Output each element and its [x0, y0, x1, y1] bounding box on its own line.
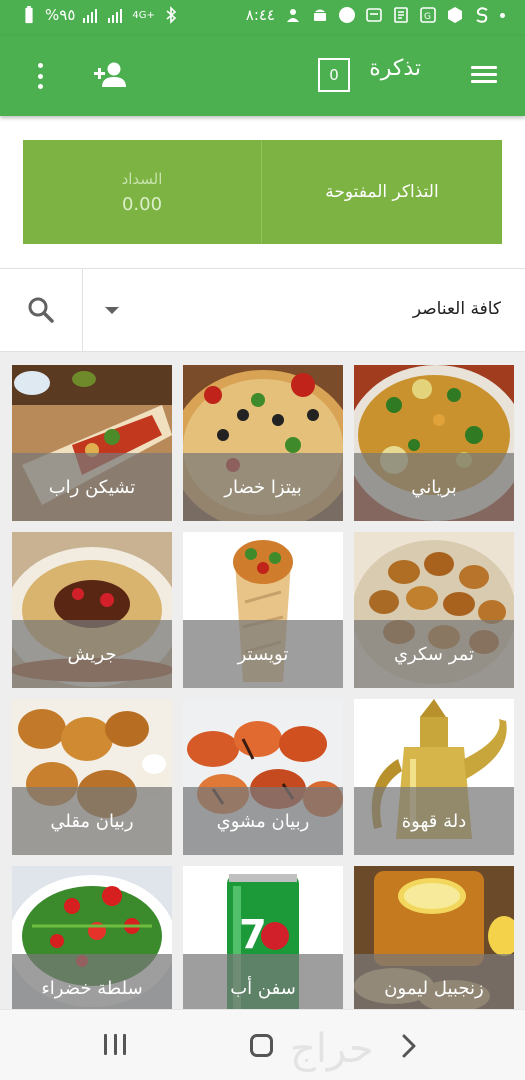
- watermark-logo: حراج: [290, 1026, 374, 1073]
- ticket-count: 0: [329, 66, 339, 84]
- status-right: ٨:٤٤ G: [246, 6, 505, 24]
- item-label: سفن أب: [183, 954, 343, 1009]
- item-label: برياني: [354, 453, 514, 521]
- more-dot: [37, 63, 43, 68]
- dropdown-arrow-icon: [105, 307, 119, 314]
- item-label: ربيان مقلي: [12, 787, 172, 855]
- app-icon-box: [366, 8, 382, 22]
- item-label: تويستر: [183, 620, 343, 688]
- item-tile[interactable]: ربيان مقلي: [12, 699, 172, 855]
- status-bar: %٩٥ 4G+ ٨:٤٤ G: [0, 0, 525, 36]
- app-toolbar: تذكرة 0: [0, 36, 525, 116]
- signal-icon-2: [108, 9, 123, 23]
- ticket-count-badge[interactable]: 0: [318, 58, 350, 92]
- bluetooth-icon: [166, 6, 177, 24]
- payment-button[interactable]: السداد 0.00: [23, 140, 262, 244]
- item-tile[interactable]: تشيكن راب: [12, 365, 172, 521]
- android-icon: [314, 9, 326, 21]
- item-label: زنجبيل ليمون: [354, 954, 514, 1009]
- more-dot: [37, 73, 43, 79]
- item-tile[interactable]: 7 سفن أب: [183, 866, 343, 1009]
- item-tile[interactable]: ربيان مشوي: [183, 699, 343, 855]
- network-label: 4G+: [132, 9, 155, 21]
- hamburger-icon: [471, 66, 497, 69]
- recent-bar: [113, 1034, 117, 1055]
- signal-icon: [83, 9, 98, 23]
- item-label: بيتزا خضار: [183, 453, 343, 521]
- item-tile[interactable]: سلطة خضراء: [12, 866, 172, 1009]
- action-buttons: السداد 0.00 التذاكر المفتوحة: [23, 140, 502, 244]
- toolbar-title: تذكرة: [369, 56, 421, 81]
- more-dot: [37, 84, 43, 89]
- app-icon-circle: [339, 7, 355, 23]
- translate-icon: G: [420, 7, 436, 23]
- filter-bar: كافة العناصر: [0, 268, 525, 352]
- menu-button[interactable]: [471, 62, 499, 90]
- item-tile[interactable]: دلة قهوة: [354, 699, 514, 855]
- item-tile[interactable]: برياني: [354, 365, 514, 521]
- hamburger-line: [471, 73, 497, 76]
- hamburger-line: [471, 80, 497, 83]
- app-icon-hex: [448, 7, 462, 23]
- item-label: سلطة خضراء: [12, 954, 172, 1009]
- dot-icon: [500, 12, 505, 18]
- search-icon: [28, 297, 54, 323]
- system-nav-bar: حراج: [0, 1009, 525, 1080]
- app-icon-s: [476, 7, 488, 23]
- item-tile[interactable]: جريش: [12, 532, 172, 688]
- watermark-text: حراج: [290, 1026, 374, 1073]
- open-tickets-button[interactable]: التذاكر المفتوحة: [262, 140, 502, 244]
- recent-bar: [123, 1034, 126, 1055]
- home-icon[interactable]: [250, 1034, 273, 1057]
- item-label: دلة قهوة: [354, 787, 514, 855]
- item-tile[interactable]: تمر سكري: [354, 532, 514, 688]
- recent-bar: [104, 1034, 107, 1055]
- category-selected: كافة العناصر: [412, 299, 501, 319]
- item-label: تشيكن راب: [12, 453, 172, 521]
- status-left: %٩٥ 4G+: [20, 6, 180, 24]
- item-tile[interactable]: بيتزا خضار: [183, 365, 343, 521]
- category-dropdown[interactable]: كافة العناصر: [84, 269, 525, 351]
- item-label: تمر سكري: [354, 620, 514, 688]
- svg-text:G: G: [424, 12, 431, 22]
- item-tile[interactable]: زنجبيل ليمون: [354, 866, 514, 1009]
- more-vert-icon[interactable]: [30, 62, 50, 90]
- person-add-icon[interactable]: [92, 60, 128, 90]
- notification-icon-1: [287, 9, 299, 22]
- recent-apps-icon[interactable]: [104, 1034, 126, 1056]
- item-label: ربيان مشوي: [183, 787, 343, 855]
- item-label: جريش: [12, 620, 172, 688]
- items-grid: برياني بيتزا خضار تشيكن راب تمر سكري توي…: [0, 352, 525, 1009]
- payment-value: 0.00: [121, 193, 163, 215]
- open-tickets-label: التذاكر المفتوحة: [325, 182, 439, 202]
- status-time: ٨:٤٤: [245, 6, 275, 24]
- battery-icon: [25, 6, 33, 24]
- payment-label: السداد: [121, 169, 163, 188]
- search-button[interactable]: [0, 269, 83, 351]
- battery-percent: %٩٥: [45, 6, 76, 24]
- item-tile[interactable]: تويستر: [183, 532, 343, 688]
- notes-icon: [394, 7, 408, 23]
- svg-text:7: 7: [239, 912, 267, 958]
